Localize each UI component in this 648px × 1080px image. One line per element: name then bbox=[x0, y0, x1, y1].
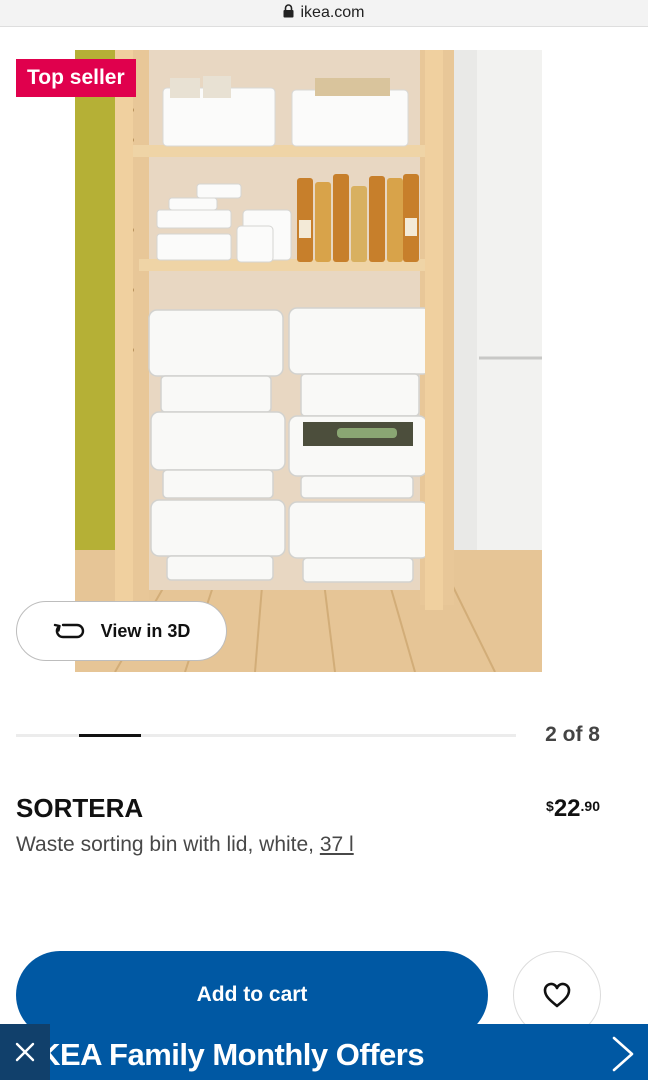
view-in-3d-label: View in 3D bbox=[100, 620, 191, 641]
top-seller-badge: Top seller bbox=[16, 59, 136, 97]
rotate-3d-icon bbox=[53, 623, 84, 639]
heart-icon bbox=[543, 982, 571, 1008]
lock-icon bbox=[283, 3, 294, 23]
price-currency: $ bbox=[546, 798, 554, 814]
product-name: SORTERA bbox=[16, 793, 144, 823]
url-bar[interactable]: ikea.com bbox=[0, 0, 648, 27]
view-in-3d-button[interactable]: View in 3D bbox=[16, 601, 227, 661]
add-to-cart-label: Add to cart bbox=[196, 983, 308, 1006]
banner-title: IKEA Family Monthly Offers bbox=[30, 1037, 425, 1072]
family-offers-banner[interactable]: IKEA Family Monthly Offers bbox=[0, 1024, 648, 1080]
product-size-link[interactable]: 37 l bbox=[320, 833, 354, 856]
product-page: ikea.com Top seller View in 3D 2 of 8 SO… bbox=[0, 0, 648, 1080]
carousel-progress[interactable] bbox=[16, 734, 516, 737]
product-description-text: Waste sorting bin with lid, white, bbox=[16, 833, 320, 856]
banner-next-button[interactable] bbox=[610, 1034, 636, 1079]
chevron-right-icon bbox=[612, 1036, 634, 1072]
product-price: $ 22 .90 bbox=[546, 795, 600, 823]
banner-close-button[interactable] bbox=[0, 1024, 50, 1080]
price-integer: 22 bbox=[553, 795, 581, 822]
close-icon bbox=[15, 1042, 35, 1062]
carousel-progress-thumb bbox=[78, 734, 141, 737]
product-description: Waste sorting bin with lid, white, 37 l bbox=[16, 833, 354, 857]
product-photo-illustration bbox=[75, 50, 542, 672]
url-text: ikea.com bbox=[300, 4, 365, 21]
image-counter: 2 of 8 bbox=[545, 723, 600, 746]
product-image[interactable] bbox=[75, 50, 542, 672]
price-decimal: .90 bbox=[580, 798, 600, 814]
